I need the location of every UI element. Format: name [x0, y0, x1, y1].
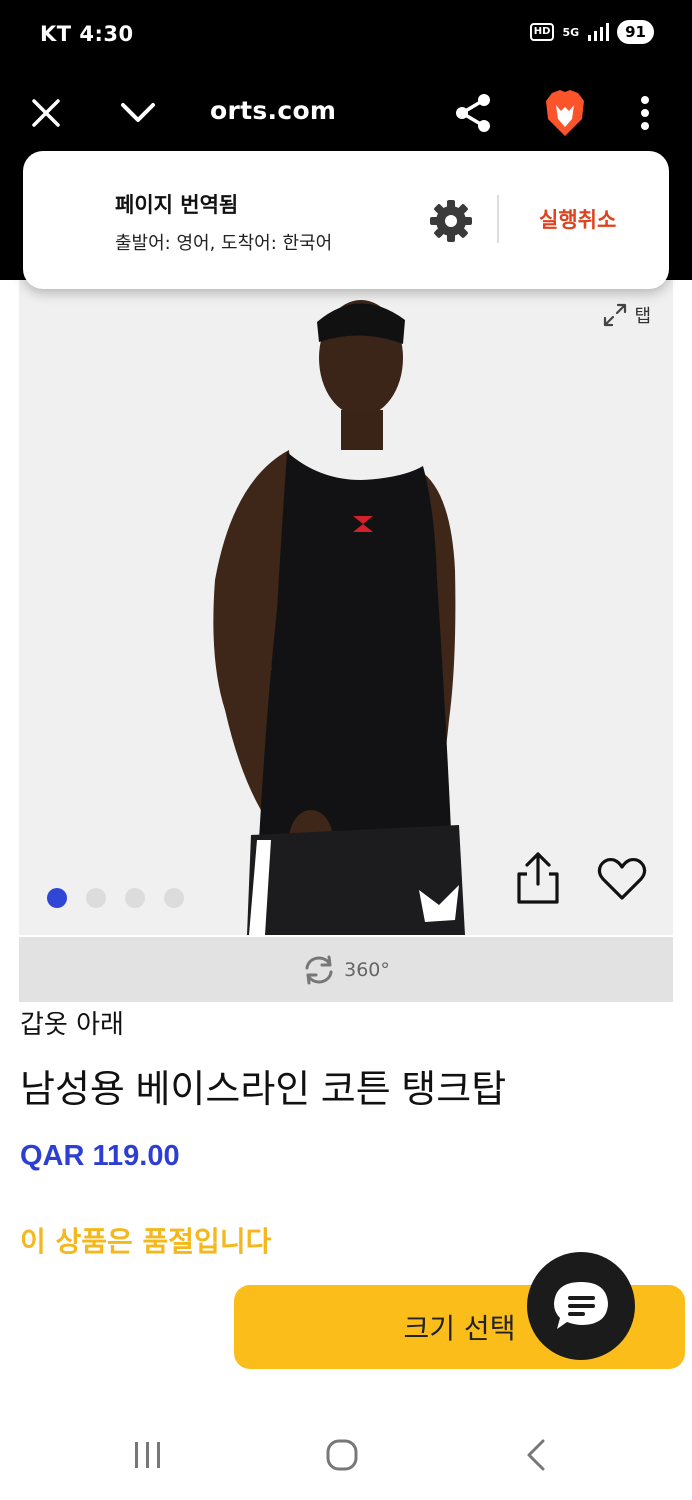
- undo-translation-button[interactable]: 실행취소: [539, 204, 616, 234]
- home-icon: [326, 1439, 358, 1471]
- heart-icon: [597, 857, 647, 900]
- status-indicators: HD 5G 91: [529, 20, 654, 44]
- status-bar: KT 4:30 HD 5G 91: [0, 0, 692, 70]
- carousel-dot[interactable]: [47, 888, 67, 908]
- network-5g-icon: 5G: [562, 25, 580, 39]
- chevron-down-icon: [121, 103, 155, 122]
- carousel-dots: [47, 888, 184, 908]
- translation-title: 페이지 번역됨: [115, 193, 239, 217]
- recent-apps-icon: [135, 1442, 160, 1468]
- share-upload-icon: [517, 852, 559, 904]
- system-nav-bar: [0, 1410, 692, 1500]
- carousel-dot[interactable]: [164, 888, 184, 908]
- share-icon: [456, 94, 490, 132]
- battery-icon: 91: [617, 20, 654, 44]
- signal-icon: [588, 23, 610, 41]
- translation-languages: 출발어: 영어, 도착어: 한국어: [115, 233, 333, 254]
- view-360-label: 360°: [344, 958, 390, 981]
- product-price: QAR 119.00: [20, 1140, 180, 1172]
- popup-divider: [497, 195, 499, 243]
- carousel-dot[interactable]: [125, 888, 145, 908]
- close-tab-button[interactable]: [21, 88, 71, 138]
- carousel-dot[interactable]: [86, 888, 106, 908]
- expand-label: 탭: [634, 306, 651, 327]
- gear-icon: [430, 200, 472, 242]
- status-carrier-time: KT 4:30: [40, 22, 134, 46]
- translation-settings-button[interactable]: [427, 197, 475, 245]
- product-title: 남성용 베이스라인 코튼 탱크탑: [20, 1069, 507, 1111]
- wishlist-button[interactable]: [597, 856, 647, 902]
- select-size-label: 크기 선택: [403, 1312, 516, 1345]
- product-category[interactable]: 갑옷 아래: [20, 1004, 124, 1041]
- more-menu-button[interactable]: [620, 88, 670, 138]
- expand-image-button[interactable]: 탭: [602, 302, 651, 328]
- chat-bubble-icon: [554, 1282, 608, 1329]
- product-photo: [19, 280, 673, 935]
- chat-button[interactable]: [527, 1252, 635, 1360]
- sold-out-notice: 이 상품은 품절입니다: [20, 1225, 272, 1258]
- url-bar: orts.com: [0, 80, 692, 146]
- close-icon: [32, 99, 60, 127]
- back-button[interactable]: [506, 1430, 566, 1480]
- view-360-button[interactable]: 360°: [19, 937, 673, 1002]
- rotate-icon: [305, 955, 333, 984]
- expand-icon: [604, 303, 627, 327]
- recent-apps-button[interactable]: [118, 1430, 178, 1480]
- hd-voice-icon: HD: [529, 23, 555, 41]
- more-vert-icon: [641, 96, 649, 130]
- collapse-button[interactable]: [113, 88, 163, 138]
- translation-popup: 페이지 번역됨 출발어: 영어, 도착어: 한국어 실행취소: [23, 151, 669, 289]
- share-page-button[interactable]: [448, 88, 498, 138]
- home-button[interactable]: [312, 1430, 372, 1480]
- share-product-button[interactable]: [513, 848, 563, 906]
- brave-lion-icon: [546, 90, 584, 136]
- back-icon: [527, 1439, 545, 1471]
- brave-shields-button[interactable]: [540, 88, 590, 138]
- url-text[interactable]: orts.com: [210, 96, 336, 125]
- product-image-gallery[interactable]: 탭: [19, 280, 673, 935]
